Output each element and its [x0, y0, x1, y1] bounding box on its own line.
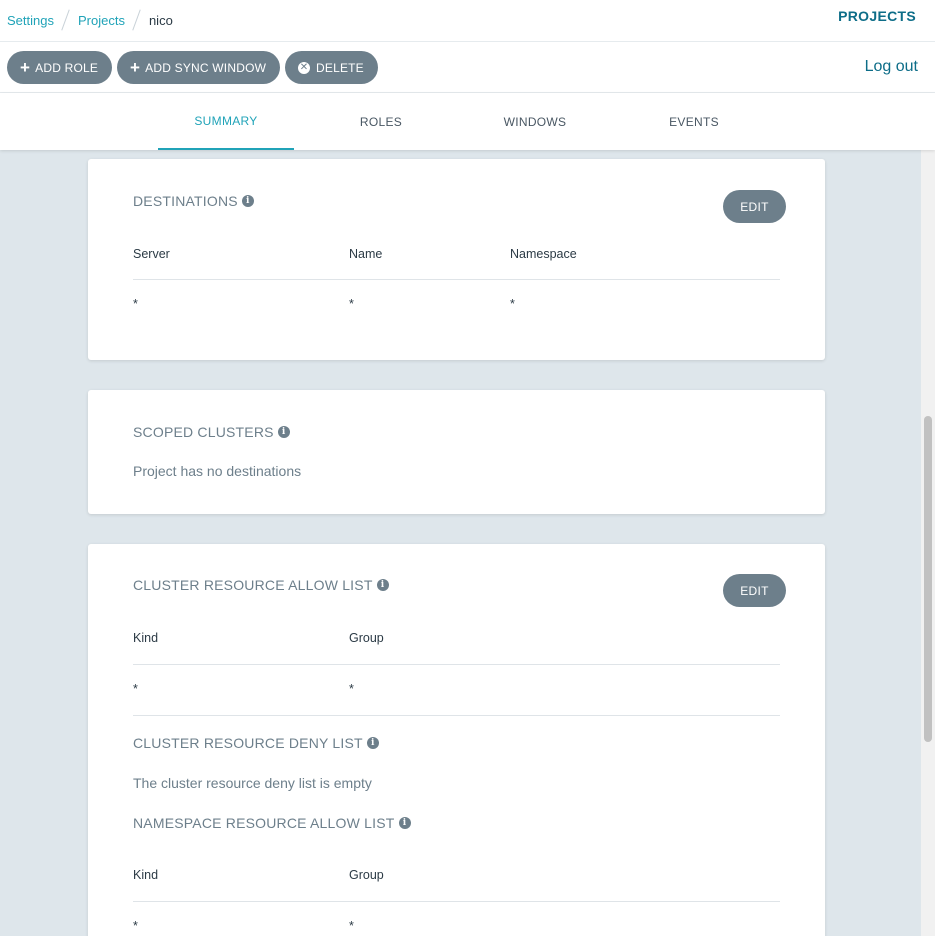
column-header-kind: Kind [133, 868, 159, 882]
resources-card: CLUSTER RESOURCE ALLOW LIST i EDIT Kind … [88, 544, 825, 936]
destination-namespace-cell: * [510, 297, 515, 311]
delete-label: DELETE [316, 60, 364, 75]
delete-button[interactable]: ✕ DELETE [285, 51, 378, 84]
column-header-group: Group [349, 631, 384, 645]
scoped-clusters-title: SCOPED CLUSTERS i [133, 424, 290, 440]
tab-summary[interactable]: SUMMARY [158, 93, 294, 150]
cluster-allow-title: CLUSTER RESOURCE ALLOW LIST i [133, 577, 389, 593]
namespace-allow-group-cell: * [349, 919, 354, 933]
cluster-deny-title-text: CLUSTER RESOURCE DENY LIST [133, 735, 363, 751]
breadcrumb-projects[interactable]: Projects [78, 13, 125, 28]
cluster-deny-title: CLUSTER RESOURCE DENY LIST i [133, 735, 379, 751]
scoped-clusters-empty-message: Project has no destinations [133, 463, 302, 479]
column-header-group: Group [349, 868, 384, 882]
close-circle-icon: ✕ [298, 61, 310, 74]
scrollbar-thumb[interactable] [924, 416, 932, 742]
column-header-name: Name [349, 247, 383, 261]
breadcrumb-current: nico [148, 12, 173, 28]
namespace-allow-title: NAMESPACE RESOURCE ALLOW LIST i [133, 815, 411, 831]
edit-destinations-button[interactable]: EDIT [723, 190, 786, 223]
namespace-allow-kind-cell: * [133, 919, 138, 933]
info-icon[interactable]: i [366, 737, 379, 749]
action-toolbar: + ADD ROLE + ADD SYNC WINDOW ✕ DELETE Lo… [0, 42, 935, 93]
info-icon[interactable]: i [277, 426, 290, 438]
divider [133, 664, 780, 665]
info-icon[interactable]: i [398, 817, 411, 829]
tab-bar: SUMMARY ROLES WINDOWS EVENTS [0, 93, 935, 150]
add-sync-window-label: ADD SYNC WINDOW [145, 60, 267, 75]
destinations-title: DESTINATIONS i [133, 193, 254, 209]
add-role-button[interactable]: + ADD ROLE [7, 51, 113, 84]
destination-server-cell: * [133, 297, 138, 311]
top-header: Settings Projects nico PROJECTS [0, 0, 935, 42]
breadcrumb-settings[interactable]: Settings [7, 13, 54, 28]
info-icon[interactable]: i [376, 579, 389, 591]
edit-resources-button[interactable]: EDIT [723, 574, 786, 607]
breadcrumb-separator [132, 9, 141, 31]
scrollbar[interactable] [921, 150, 935, 936]
add-sync-window-button[interactable]: + ADD SYNC WINDOW [117, 51, 281, 84]
add-role-label: ADD ROLE [35, 60, 99, 75]
destinations-title-text: DESTINATIONS [133, 193, 238, 209]
destination-name-cell: * [349, 297, 354, 311]
tab-roles[interactable]: ROLES [330, 93, 432, 150]
divider [133, 901, 780, 902]
logout-link[interactable]: Log out [865, 58, 918, 76]
plus-icon: + [20, 58, 31, 77]
column-header-namespace: Namespace [510, 247, 577, 261]
scoped-clusters-card: SCOPED CLUSTERS i Project has no destina… [88, 390, 825, 514]
tab-events[interactable]: EVENTS [644, 93, 744, 150]
cluster-allow-group-cell: * [349, 682, 354, 696]
tab-windows[interactable]: WINDOWS [485, 93, 585, 150]
breadcrumb: Settings Projects nico [7, 9, 173, 31]
cluster-deny-empty-message: The cluster resource deny list is empty [133, 775, 372, 791]
plus-icon: + [130, 58, 141, 77]
column-header-server: Server [133, 247, 170, 261]
cluster-allow-kind-cell: * [133, 682, 138, 696]
divider [133, 279, 780, 280]
destinations-card: DESTINATIONS i EDIT Server Name Namespac… [88, 159, 825, 360]
info-icon[interactable]: i [241, 195, 254, 207]
namespace-allow-title-text: NAMESPACE RESOURCE ALLOW LIST [133, 815, 395, 831]
divider [133, 715, 780, 716]
page-title: PROJECTS [838, 8, 916, 24]
column-header-kind: Kind [133, 631, 159, 645]
cluster-allow-title-text: CLUSTER RESOURCE ALLOW LIST [133, 577, 373, 593]
scoped-clusters-title-text: SCOPED CLUSTERS [133, 424, 274, 440]
breadcrumb-separator [61, 9, 70, 31]
